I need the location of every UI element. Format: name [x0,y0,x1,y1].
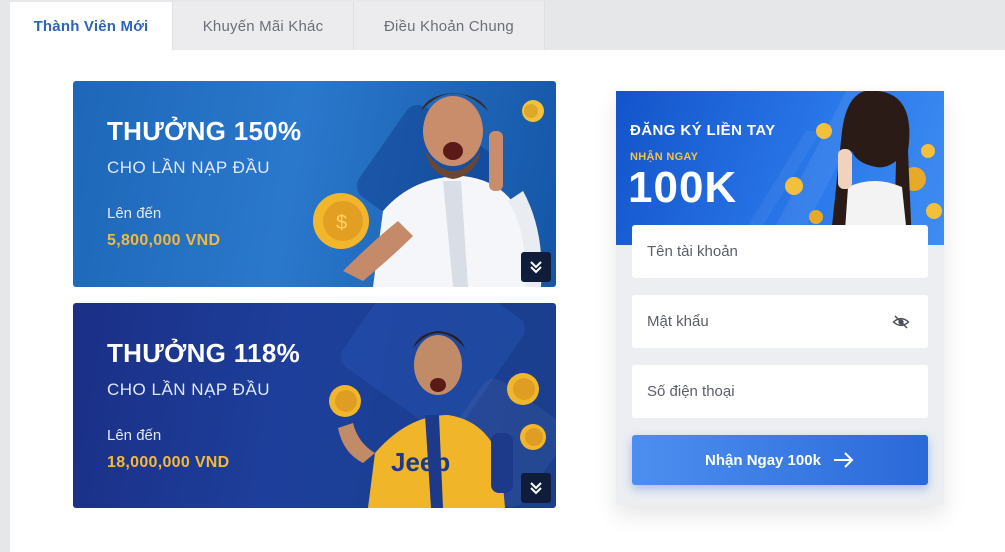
hero-subheadline: NHẬN NGAY [630,151,699,163]
phone-field[interactable]: Số điện thoại [632,365,928,418]
tab-bar: Thành Viên Mới Khuyến Mãi Khác Điều Khoả… [10,2,545,50]
eye-off-icon[interactable] [892,313,910,331]
tab-new-member[interactable]: Thành Viên Mới [10,2,173,50]
banner-upto-label: Lên đến [107,205,162,222]
footballer-yellow-kit-image: Jeep [329,331,546,508]
promo-banner-150[interactable]: THƯỞNG 150% CHO LẦN NẠP ĐẦU Lên đến 5,80… [73,81,556,287]
banner-subtitle: CHO LẦN NẠP ĐẦU [107,380,271,399]
double-chevron-down-icon [530,482,542,495]
phone-placeholder: Số điện thoại [647,383,735,400]
footballer-white-kit-image: $ [313,93,544,287]
registration-card: ĐĂNG KÝ LIỀN TAY NHẬN NGAY 100K Tên tài … [616,91,944,505]
tab-general-terms[interactable]: Điều Khoản Chung [354,2,545,50]
svg-text:$: $ [336,212,347,234]
expand-button[interactable] [521,473,551,503]
hero-bonus-amount: 100K [628,163,738,212]
banner-amount: 5,800,000 VND [107,232,221,249]
double-chevron-down-icon [530,261,542,274]
expand-button[interactable] [521,252,551,282]
tab-content-panel: THƯỞNG 150% CHO LẦN NẠP ĐẦU Lên đến 5,80… [10,50,1005,552]
svg-text:Jeep: Jeep [391,447,450,477]
banner-title: THƯỞNG 150% [107,116,302,146]
username-placeholder: Tên tài khoản [647,243,738,260]
registration-hero-banner: ĐĂNG KÝ LIỀN TAY NHẬN NGAY 100K [616,91,944,245]
arrow-right-icon [833,452,854,468]
claim-bonus-label: Nhận Ngay 100k [705,451,821,469]
claim-bonus-button[interactable]: Nhận Ngay 100k [632,435,928,485]
username-field[interactable]: Tên tài khoản [632,225,928,278]
hero-headline: ĐĂNG KÝ LIỀN TAY [630,122,776,139]
password-placeholder: Mật khẩu [647,313,709,330]
tab-other-promotions[interactable]: Khuyến Mãi Khác [173,2,354,50]
promo-banner-118[interactable]: THƯỞNG 118% CHO LẦN NẠP ĐẦU Lên đến 18,0… [73,303,556,508]
banner-title: THƯỞNG 118% [107,338,300,368]
banner-subtitle: CHO LẦN NẠP ĐẦU [107,158,271,177]
password-field[interactable]: Mật khẩu [632,295,928,348]
banner-amount: 18,000,000 VND [107,454,230,471]
banner-upto-label: Lên đến [107,427,162,444]
